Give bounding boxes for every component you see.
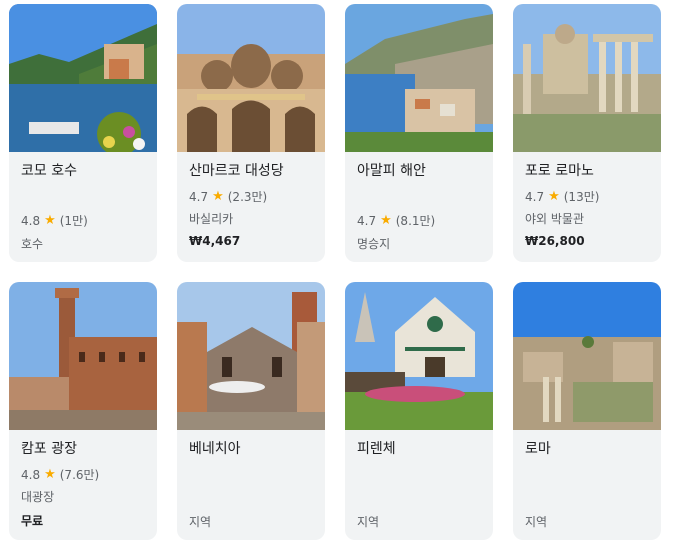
place-info: 피렌체 지역 <box>345 430 493 540</box>
place-category: 호수 <box>21 237 44 251</box>
place-name: 산마르코 대성당 <box>189 163 284 179</box>
place-info: 베네치아 지역 <box>177 430 325 540</box>
place-category: 지역 <box>189 515 212 529</box>
rating-value: 4.8 <box>21 467 41 482</box>
place-photo[interactable] <box>9 4 157 152</box>
place-category: 명승지 <box>357 237 391 251</box>
rating-value: 4.7 <box>525 189 545 204</box>
place-name: 캄포 광장 <box>21 441 77 457</box>
review-count: (1만) <box>59 214 88 228</box>
place-name: 코모 호수 <box>21 163 77 179</box>
place-price: 무료 <box>21 514 44 528</box>
rating-value: 4.8 <box>21 213 41 228</box>
place-category: 대광장 <box>21 490 55 504</box>
place-card-venice[interactable]: 베네치아 지역 <box>177 282 325 540</box>
place-photo[interactable] <box>177 282 325 430</box>
place-card-rome[interactable]: 로마 지역 <box>513 282 661 540</box>
place-info: 코모 호수 4.8 ★ (1만) 호수 <box>9 152 157 262</box>
place-card-roman-forum[interactable]: 포로 로마노 4.7 ★ (13만) 야외 박물관 ₩26,800 <box>513 4 661 262</box>
review-count: (13만) <box>563 190 600 204</box>
place-price: ₩4,467 <box>189 234 241 248</box>
star-icon: ★ <box>548 188 560 204</box>
place-photo[interactable] <box>513 4 661 152</box>
review-count: (7.6만) <box>59 468 100 482</box>
star-icon: ★ <box>44 212 56 228</box>
place-photo[interactable] <box>9 282 157 430</box>
place-category: 야외 박물관 <box>525 212 585 226</box>
star-icon: ★ <box>212 188 224 204</box>
place-rating: 4.8 ★ (7.6만) <box>21 466 99 483</box>
place-price: ₩26,800 <box>525 234 585 248</box>
place-photo[interactable] <box>345 4 493 152</box>
place-name: 로마 <box>525 441 551 457</box>
place-info: 로마 지역 <box>513 430 661 540</box>
place-info: 산마르코 대성당 4.7 ★ (2.3만) 바실리카 ₩4,467 <box>177 152 325 262</box>
rating-value: 4.7 <box>189 189 209 204</box>
place-photo[interactable] <box>345 282 493 430</box>
place-name: 피렌체 <box>357 441 396 457</box>
place-rating: 4.8 ★ (1만) <box>21 212 88 229</box>
place-name: 아말피 해안 <box>357 163 426 179</box>
star-icon: ★ <box>44 466 56 482</box>
place-info: 포로 로마노 4.7 ★ (13만) 야외 박물관 ₩26,800 <box>513 152 661 262</box>
place-card-florence[interactable]: 피렌체 지역 <box>345 282 493 540</box>
place-info: 아말피 해안 4.7 ★ (8.1만) 명승지 <box>345 152 493 262</box>
place-card-amalfi-coast[interactable]: 아말피 해안 4.7 ★ (8.1만) 명승지 <box>345 4 493 262</box>
place-name: 베네치아 <box>189 441 241 457</box>
place-card-san-marco[interactable]: 산마르코 대성당 4.7 ★ (2.3만) 바실리카 ₩4,467 <box>177 4 325 262</box>
attractions-grid: 코모 호수 4.8 ★ (1만) 호수 산마르코 대성당 4.7 ★ (2.3만… <box>0 0 673 545</box>
place-category: 지역 <box>525 515 548 529</box>
place-photo[interactable] <box>177 4 325 152</box>
place-rating: 4.7 ★ (13만) <box>525 188 599 205</box>
review-count: (2.3만) <box>227 190 268 204</box>
review-count: (8.1만) <box>395 214 436 228</box>
rating-value: 4.7 <box>357 213 377 228</box>
place-card-piazza-del-campo[interactable]: 캄포 광장 4.8 ★ (7.6만) 대광장 무료 <box>9 282 157 540</box>
place-category: 바실리카 <box>189 212 234 226</box>
star-icon: ★ <box>380 212 392 228</box>
place-info: 캄포 광장 4.8 ★ (7.6만) 대광장 무료 <box>9 430 157 540</box>
place-rating: 4.7 ★ (8.1만) <box>357 212 435 229</box>
place-category: 지역 <box>357 515 380 529</box>
place-photo[interactable] <box>513 282 661 430</box>
place-card-lake-como[interactable]: 코모 호수 4.8 ★ (1만) 호수 <box>9 4 157 262</box>
place-name: 포로 로마노 <box>525 163 594 179</box>
place-rating: 4.7 ★ (2.3만) <box>189 188 267 205</box>
